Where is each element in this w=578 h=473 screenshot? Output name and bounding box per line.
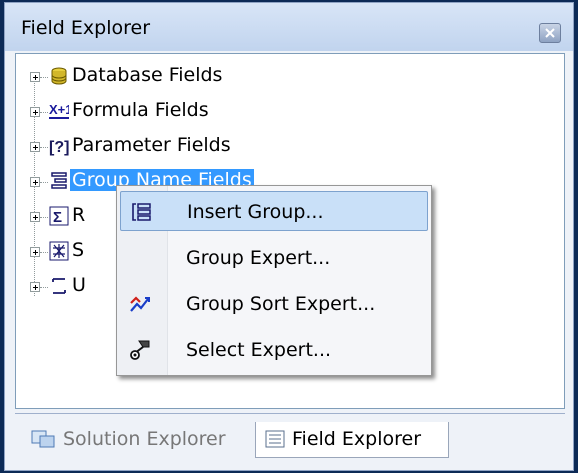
tree-item-parameter-fields[interactable]: [?] Parameter Fields [16, 131, 316, 161]
sigma-icon: Σ [49, 206, 69, 226]
expand-icon[interactable] [30, 142, 40, 152]
menu-item-label: Group Sort Expert... [186, 293, 376, 315]
expand-icon[interactable] [30, 247, 40, 257]
title-bar: Field Explorer [5, 3, 573, 51]
unbound-fields-icon [52, 278, 66, 294]
tree-item-label: U [72, 274, 86, 296]
panel-title: Field Explorer [21, 17, 151, 39]
expand-icon[interactable] [30, 177, 40, 187]
field-explorer-icon [265, 430, 285, 448]
tree-item-label: Database Fields [72, 64, 223, 86]
tree-item-database-fields[interactable]: Database Fields [16, 61, 316, 91]
database-icon [51, 67, 67, 85]
tree-item-label: S [72, 239, 85, 261]
expand-icon[interactable] [30, 107, 40, 117]
menu-item-select-expert[interactable]: Select Expert... [120, 330, 428, 370]
tree-item-label: Formula Fields [72, 99, 209, 121]
tab-label: Solution Explorer [63, 428, 226, 450]
insert-group-icon [132, 203, 151, 221]
solution-explorer-icon [31, 430, 55, 448]
menu-item-insert-group[interactable]: Insert Group... [120, 191, 428, 231]
expand-icon[interactable] [30, 212, 40, 222]
tab-field-explorer[interactable]: Field Explorer [255, 422, 449, 458]
tree-item-label: Parameter Fields [72, 134, 231, 156]
group-name-icon [51, 172, 67, 189]
tree-item-formula-fields[interactable]: X+1 Formula Fields [16, 96, 316, 126]
group-sort-icon [130, 296, 150, 312]
context-menu: Insert Group... Group Expert... Group So… [116, 185, 432, 376]
menu-item-label: Insert Group... [187, 201, 324, 223]
parameter-icon: [?] [49, 139, 69, 156]
svg-text:Σ: Σ [53, 209, 62, 226]
svg-text:X+1: X+1 [49, 102, 69, 117]
special-fields-icon [49, 241, 69, 261]
expand-icon[interactable] [30, 282, 40, 292]
expand-icon[interactable] [30, 72, 40, 82]
bottom-tab-strip: Solution Explorer Field Explorer [15, 413, 565, 464]
svg-text:[?]: [?] [49, 139, 69, 156]
close-button[interactable] [539, 23, 561, 43]
close-icon [545, 28, 555, 38]
formula-icon: X+1 [49, 102, 69, 119]
menu-item-group-sort-expert[interactable]: Group Sort Expert... [120, 284, 428, 324]
tree-item-label: R [72, 204, 86, 226]
menu-item-label: Group Expert... [186, 247, 331, 269]
select-expert-icon [130, 340, 150, 360]
tab-label: Field Explorer [292, 428, 422, 450]
menu-item-group-expert[interactable]: Group Expert... [120, 238, 428, 278]
menu-item-label: Select Expert... [186, 339, 332, 361]
